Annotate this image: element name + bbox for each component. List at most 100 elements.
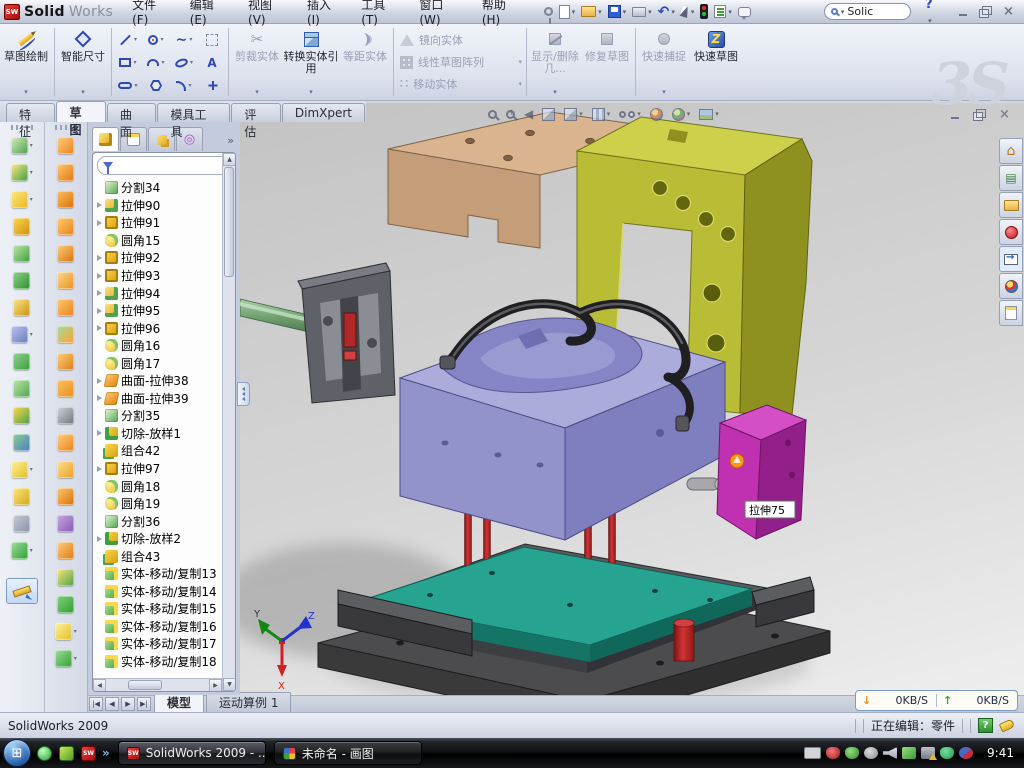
- camera-button[interactable]: ▾: [699, 109, 719, 120]
- select-box-tool[interactable]: [198, 28, 226, 51]
- scrollbar-thumb[interactable]: [128, 680, 162, 690]
- combine-button[interactable]: [13, 348, 30, 375]
- chevron-down-icon[interactable]: ▾: [161, 59, 164, 66]
- menu-item[interactable]: 窗口(W): [410, 0, 473, 30]
- spline-tool[interactable]: ∼▾: [170, 28, 198, 51]
- tab-模型[interactable]: 模型: [154, 692, 204, 712]
- tree-item[interactable]: 分割36: [95, 512, 222, 530]
- repair-sketch-button[interactable]: 修复草图: [581, 24, 633, 100]
- chevron-down-icon[interactable]: ▾: [687, 110, 691, 118]
- expand-arrow-icon[interactable]: [97, 378, 102, 384]
- chevron-down-icon[interactable]: ▾: [30, 169, 33, 176]
- scroll-left-icon[interactable]: ◀: [93, 679, 106, 692]
- scrollbar-thumb[interactable]: [224, 167, 234, 277]
- surface-fillet-button[interactable]: [57, 564, 74, 591]
- tree-item[interactable]: 圆角15: [95, 232, 222, 250]
- graphics-area[interactable]: 拉伸75 X Y Z ◀▾▾▾▾▾ ×: [240, 103, 1024, 695]
- taskbar-window-paint[interactable]: 未命名 - 画图: [274, 741, 422, 765]
- expand-arrow-icon[interactable]: [97, 308, 102, 314]
- freeform-button[interactable]: [57, 375, 74, 402]
- pin-button[interactable]: [543, 2, 554, 22]
- doc-nav-button-3[interactable]: ▶|: [137, 697, 151, 711]
- appearances-button[interactable]: [650, 108, 663, 121]
- tree-item[interactable]: 曲面-拉伸39: [95, 390, 222, 408]
- chevron-down-icon[interactable]: ▾: [518, 58, 522, 66]
- security-suite-icon[interactable]: [59, 746, 74, 761]
- expand-arrow-icon[interactable]: [97, 255, 102, 261]
- trim-surface-button[interactable]: [57, 510, 74, 537]
- expand-arrow-icon[interactable]: [97, 536, 102, 542]
- tree-item[interactable]: 拉伸94: [95, 284, 222, 302]
- close-button[interactable]: ×: [1001, 5, 1016, 18]
- boundary-surface-button[interactable]: [57, 240, 74, 267]
- tree-item[interactable]: 曲面-拉伸38: [95, 372, 222, 390]
- tag-icon[interactable]: [999, 718, 1015, 732]
- surface-sweep-button[interactable]: [57, 186, 74, 213]
- open-button[interactable]: ▾: [580, 2, 603, 22]
- offset-surface-button[interactable]: [57, 321, 74, 348]
- menu-item[interactable]: 插入(I): [298, 0, 352, 30]
- split-button[interactable]: [13, 375, 30, 402]
- chevron-down-icon[interactable]: ▾: [607, 110, 611, 118]
- custom-properties-button[interactable]: [999, 300, 1023, 326]
- rapid-sketch-button[interactable]: Z 快速草图: [690, 24, 742, 100]
- view-palette-button[interactable]: [999, 246, 1023, 272]
- view-orientation-button[interactable]: ▾: [564, 108, 583, 121]
- tree-item[interactable]: 圆角19: [95, 495, 222, 513]
- chevron-down-icon[interactable]: ▾: [74, 655, 77, 662]
- chevron-down-icon[interactable]: ▾: [30, 547, 33, 554]
- panel-tab-feature-manager[interactable]: [92, 127, 119, 151]
- tree-item[interactable]: 分割34: [95, 179, 222, 197]
- replace-face-button[interactable]: [57, 429, 74, 456]
- expand-arrow-icon[interactable]: [97, 273, 102, 279]
- options-button[interactable]: ▾: [713, 2, 733, 22]
- chevron-down-icon[interactable]: ▾: [841, 8, 845, 16]
- lofted-boss-button[interactable]: [13, 240, 30, 267]
- display-delete-relations-button[interactable]: 显示/删除几...▾: [529, 24, 581, 100]
- save-button[interactable]: ▾: [607, 2, 628, 22]
- quick-launch-chevron-icon[interactable]: »: [102, 746, 110, 760]
- tree-item[interactable]: 实体-移动/复制13: [95, 565, 222, 583]
- linear-pattern-button[interactable]: ▾: [11, 321, 33, 348]
- chevron-down-icon[interactable]: ▾: [30, 331, 33, 338]
- offset-entities-button[interactable]: 等距实体: [339, 24, 391, 100]
- scene-button[interactable]: ▾: [672, 108, 691, 121]
- minimize-button[interactable]: [955, 5, 970, 18]
- network-warning-icon[interactable]: [921, 747, 935, 759]
- chevron-down-icon[interactable]: ▾: [30, 142, 33, 149]
- slot-tool[interactable]: ▾: [114, 74, 142, 97]
- tree-item[interactable]: 拉伸91: [95, 214, 222, 232]
- chevron-down-icon[interactable]: ▾: [648, 8, 652, 16]
- delete-face-button[interactable]: [57, 402, 74, 429]
- chevron-down-icon[interactable]: ▾: [623, 8, 627, 16]
- tree-item[interactable]: 圆角17: [95, 354, 222, 372]
- solidworks-launcher-icon[interactable]: SW: [81, 746, 96, 761]
- zoom-fit-button[interactable]: [488, 110, 497, 119]
- surface-loft-button[interactable]: [57, 213, 74, 240]
- thicken-button[interactable]: [57, 591, 74, 618]
- certificate-icon[interactable]: [864, 747, 878, 759]
- doc-nav-button-2[interactable]: ▶: [121, 697, 135, 711]
- chevron-down-icon[interactable]: ▾: [134, 36, 137, 43]
- polygon-tool[interactable]: [142, 74, 170, 97]
- taskbar-window-solidworks[interactable]: SWSolidWorks 2009 - ...: [118, 741, 266, 765]
- model-part-magenta-block[interactable]: [717, 405, 806, 539]
- sketch-fillet-tool[interactable]: ▾: [170, 74, 198, 97]
- tree-item[interactable]: 实体-移动/复制18: [95, 653, 222, 671]
- knit-surface-button[interactable]: [57, 537, 74, 564]
- interference-button[interactable]: [699, 2, 709, 22]
- search-input[interactable]: ▾ Solic: [824, 3, 911, 20]
- extruded-cut-button[interactable]: ▾: [11, 159, 33, 186]
- undo-button[interactable]: ↶▾: [657, 2, 676, 22]
- spiral-button[interactable]: ▾: [55, 645, 77, 672]
- measure-button[interactable]: [6, 578, 38, 604]
- help-button[interactable]: ?▾: [925, 0, 939, 27]
- planar-surface-button[interactable]: [57, 294, 74, 321]
- new-file-button[interactable]: ▾: [558, 2, 577, 22]
- menu-item[interactable]: 工具(T): [352, 0, 410, 30]
- model-part-red-cylinder[interactable]: [674, 619, 694, 661]
- helix-button[interactable]: ▾: [11, 537, 33, 564]
- chevron-down-icon[interactable]: ▾: [579, 110, 583, 118]
- swept-boss-button[interactable]: [13, 213, 30, 240]
- insert-surface-button[interactable]: ▾: [55, 618, 77, 645]
